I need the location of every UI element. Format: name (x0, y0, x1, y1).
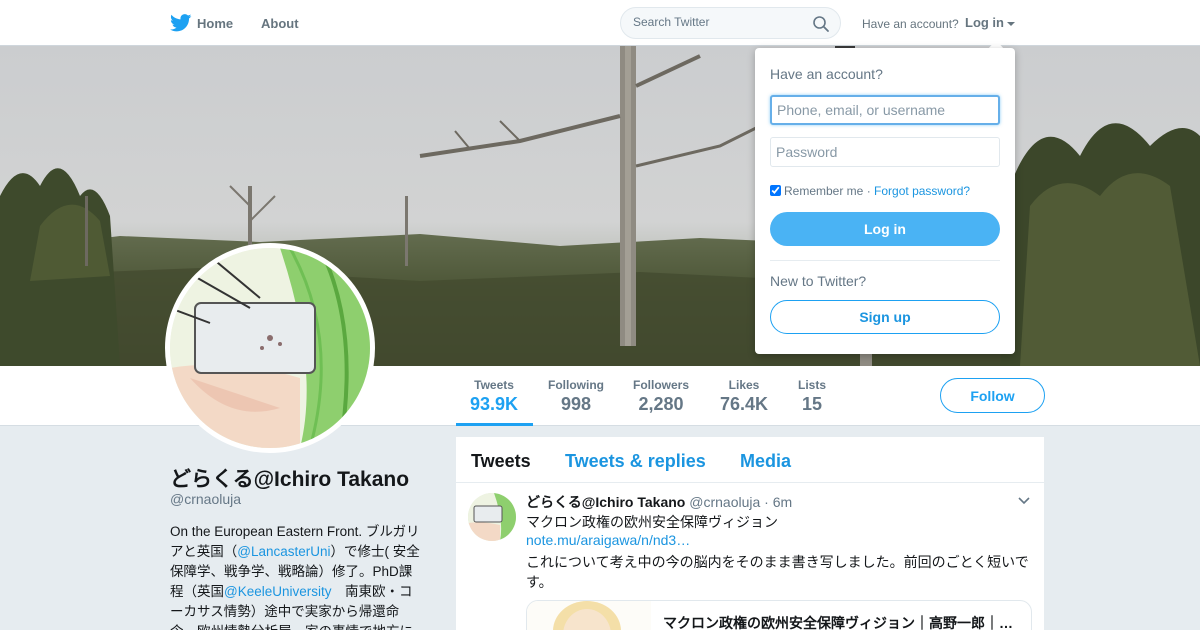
search-input[interactable] (633, 15, 803, 29)
new-to-twitter-text: New to Twitter? (770, 273, 867, 289)
forgot-password-link[interactable]: Forgot password? (874, 184, 970, 198)
signup-button[interactable]: Sign up (770, 300, 1000, 334)
nav-home-link[interactable]: Home (197, 16, 233, 31)
top-nav: Home About Have an account? Log in (0, 0, 1200, 46)
remember-separator: · (866, 184, 871, 198)
bio-mention-keele[interactable]: @KeeleUniversity (224, 584, 332, 599)
tweet-link-card[interactable]: マクロン政権の欧州安全保障ヴィジョン｜高野一郎｜… (526, 600, 1032, 630)
tab-tweets-replies[interactable]: Tweets & replies (565, 451, 706, 472)
tweet-link[interactable]: note.mu/araigawa/n/nd3… (526, 532, 690, 548)
timeline-tabs: Tweets Tweets & replies Media (456, 437, 1044, 483)
tweet-avatar[interactable] (468, 493, 516, 541)
stat-likes-label: Likes (728, 378, 760, 392)
card-title: マクロン政権の欧州安全保障ヴィジョン｜高野一郎｜… (663, 615, 1013, 630)
tweet-avatar-image (468, 493, 516, 541)
stat-likes[interactable]: Likes 76.4K (720, 378, 768, 415)
active-stat-underline (456, 423, 533, 426)
tweet-text-line-2: これについて考え中の今の脳内をそのまま書き写しました。前回のごとく短いです。 (526, 554, 1029, 590)
tab-tweets[interactable]: Tweets (471, 451, 531, 472)
stat-following[interactable]: Following 998 (548, 378, 604, 415)
profile-avatar[interactable] (165, 243, 375, 453)
stat-following-value: 998 (560, 394, 592, 414)
stat-likes-value: 76.4K (720, 394, 769, 414)
tweet-author-handle[interactable]: @crnaoluja (689, 494, 760, 510)
stat-tweets-label: Tweets (474, 378, 514, 392)
login-toggle-label: Log in (965, 15, 1004, 30)
tweet-timestamp[interactable]: 6m (773, 494, 792, 510)
login-dropdown: Have an account? Remember me · Forgot pa… (755, 48, 1015, 354)
stat-tweets[interactable]: Tweets 93.9K (470, 378, 518, 415)
stat-lists[interactable]: Lists 15 (798, 378, 826, 415)
login-dropdown-toggle[interactable]: Log in (965, 15, 1015, 30)
stat-tweets-value: 93.9K (470, 394, 519, 414)
tweet-time-separator: · (764, 494, 769, 510)
password-field[interactable] (770, 137, 1000, 167)
remember-row: Remember me · Forgot password? (770, 184, 970, 198)
twitter-bird-icon[interactable] (170, 14, 192, 32)
card-thumbnail-image (527, 601, 651, 630)
bio-mention-lancaster[interactable]: @LancasterUni (237, 544, 330, 559)
stat-following-label: Following (548, 378, 604, 392)
tweet-author-name[interactable]: どらくる@Ichiro Takano (526, 494, 685, 510)
stat-followers[interactable]: Followers 2,280 (633, 378, 689, 415)
search-box[interactable] (620, 7, 841, 39)
dropdown-divider (770, 260, 1000, 261)
remember-me-checkbox[interactable] (770, 185, 781, 196)
avatar-illustration (170, 248, 370, 448)
caret-down-icon (1007, 21, 1015, 26)
tab-media[interactable]: Media (740, 451, 791, 472)
stat-lists-label: Lists (798, 378, 827, 392)
timeline: Tweets Tweets & replies Media どらくる@Ichir… (456, 437, 1044, 630)
stat-followers-label: Followers (633, 378, 690, 392)
login-button[interactable]: Log in (770, 212, 1000, 246)
search-icon[interactable] (812, 15, 830, 33)
tweet-header: どらくる@Ichiro Takano @crnaoluja · 6m (526, 492, 792, 512)
dropdown-heading: Have an account? (770, 66, 883, 82)
username-field[interactable] (770, 95, 1000, 125)
profile-bio: On the European Eastern Front. ブルガリアと英国（… (170, 522, 425, 630)
follow-button[interactable]: Follow (940, 378, 1045, 413)
profile-handle: @crnaoluja (170, 491, 242, 507)
card-thumbnail (527, 601, 651, 630)
profile-name: どらくる@Ichiro Takano (170, 468, 410, 491)
stat-lists-value: 15 (801, 394, 823, 414)
stat-followers-value: 2,280 (638, 394, 684, 414)
tweet-text-line-1: マクロン政権の欧州安全保障ヴィジョン (526, 514, 778, 530)
remember-me-label[interactable]: Remember me (784, 184, 863, 198)
tweet-options-chevron-icon[interactable] (1018, 497, 1030, 505)
have-account-text: Have an account? (862, 17, 959, 31)
nav-about-link[interactable]: About (261, 16, 299, 31)
